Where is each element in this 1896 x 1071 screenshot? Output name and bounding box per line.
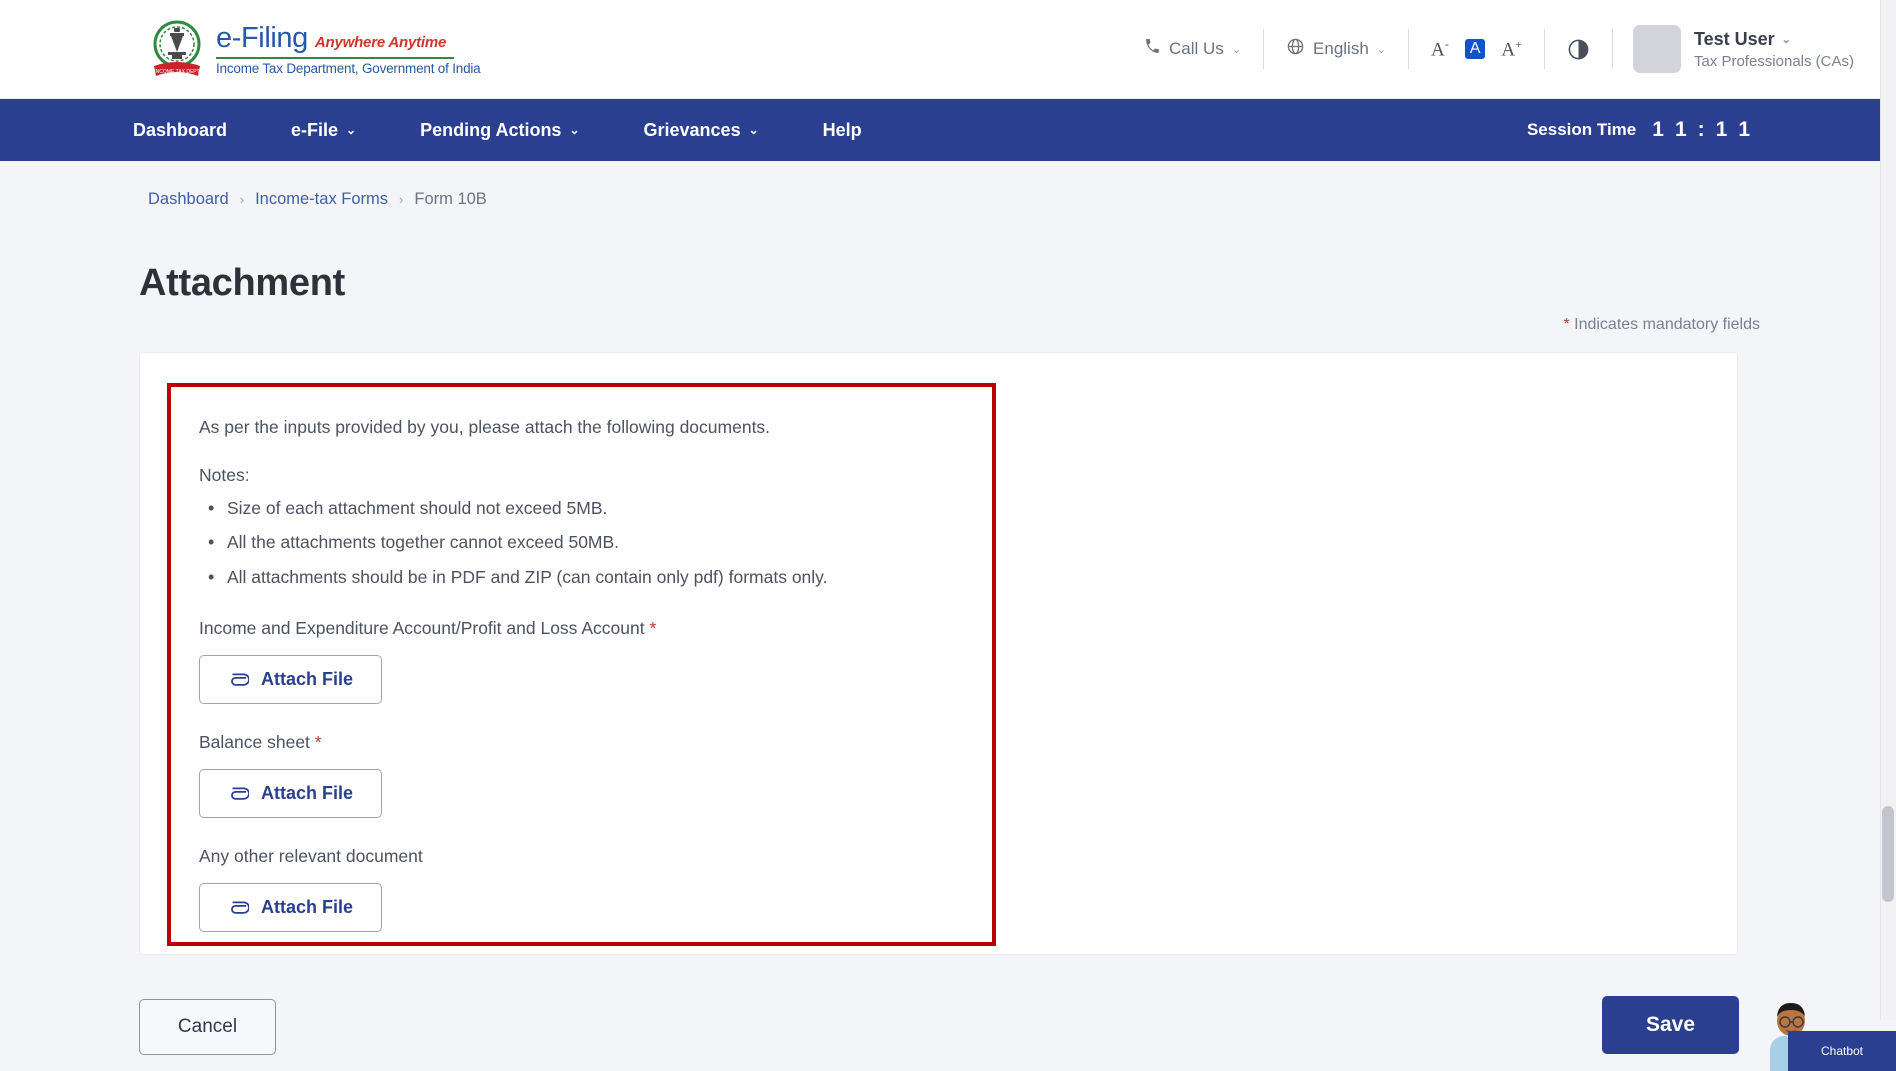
header-utilities: Call Us ⌄ English ⌄ A- A A+ (1122, 0, 1880, 98)
breadcrumb-separator-icon: › (399, 192, 403, 207)
logo-title: e-Filing (216, 22, 308, 55)
india-national-emblem-icon: INCOME TAX DEPT (148, 18, 206, 80)
breadcrumb: Dashboard › Income-tax Forms › Form 10B (148, 190, 487, 209)
user-name-text: Test User (1694, 29, 1775, 50)
avatar (1633, 25, 1681, 73)
nav-label: Help (823, 120, 862, 141)
chevron-down-icon: ⌄ (569, 123, 579, 137)
attach-file-button-other-document[interactable]: Attach File (199, 883, 382, 932)
field-label: Income and Expenditure Account/Profit an… (199, 618, 964, 639)
field-label-text: Balance sheet (199, 732, 310, 752)
contrast-toggle-button[interactable] (1545, 38, 1612, 61)
chatbot-label-bar[interactable]: Chatbot (1788, 1031, 1896, 1071)
globe-icon (1286, 37, 1305, 61)
breadcrumb-item-income-tax-forms[interactable]: Income-tax Forms (255, 190, 388, 209)
chevron-down-icon: ⌄ (1782, 33, 1791, 46)
nav-label: Dashboard (133, 120, 227, 141)
font-size-controls: A- A A+ (1409, 38, 1544, 59)
chevron-down-icon: ⌄ (749, 123, 759, 137)
nav-item-grievances[interactable]: Grievances ⌄ (644, 120, 759, 141)
field-label-text: Any other relevant document (199, 846, 423, 866)
mandatory-note-text: Indicates mandatory fields (1570, 316, 1760, 333)
top-header: INCOME TAX DEPT e-Filing Anywhere Anytim… (0, 0, 1880, 99)
call-us-menu[interactable]: Call Us ⌄ (1122, 38, 1263, 60)
attach-file-label: Attach File (261, 783, 353, 804)
session-time-value: 1 1 : 1 1 (1652, 118, 1750, 142)
paperclip-icon (228, 672, 249, 688)
attach-file-label: Attach File (261, 897, 353, 918)
logo-text: e-Filing Anywhere Anytime Income Tax Dep… (216, 22, 481, 76)
chevron-down-icon: ⌄ (346, 123, 356, 137)
paperclip-icon (228, 900, 249, 916)
svg-text:INCOME TAX DEPT: INCOME TAX DEPT (154, 69, 199, 75)
field-label-text: Income and Expenditure Account/Profit an… (199, 618, 645, 638)
session-timer: Session Time 1 1 : 1 1 (1527, 118, 1750, 142)
site-logo[interactable]: INCOME TAX DEPT e-Filing Anywhere Anytim… (148, 18, 481, 80)
paperclip-icon (228, 786, 249, 802)
save-button[interactable]: Save (1602, 996, 1739, 1054)
session-time-label: Session Time (1527, 120, 1636, 140)
chevron-down-icon: ⌄ (1232, 43, 1241, 56)
session-colon: : (1698, 118, 1705, 142)
highlight-region: As per the inputs provided by you, pleas… (167, 383, 996, 946)
notes-list: Size of each attachment should not excee… (205, 496, 964, 590)
nav-item-pending-actions[interactable]: Pending Actions ⌄ (420, 120, 579, 141)
logo-divider (216, 57, 454, 59)
language-label: English (1313, 39, 1369, 59)
scrollbar-thumb[interactable] (1882, 806, 1894, 902)
list-item: All attachments should be in PDF and ZIP… (205, 565, 964, 590)
font-increase-button[interactable]: A+ (1501, 38, 1522, 59)
phone-icon (1144, 38, 1161, 60)
user-role: Tax Professionals (CAs) (1694, 53, 1854, 70)
instruction-text: As per the inputs provided by you, pleas… (199, 417, 964, 438)
session-digit: 1 (1738, 118, 1750, 142)
attachment-field-other-document: Any other relevant document Attach File (199, 846, 964, 932)
chevron-down-icon: ⌄ (1377, 43, 1386, 56)
required-star: * (315, 732, 322, 752)
logo-subtitle: Income Tax Department, Government of Ind… (216, 61, 481, 76)
main-navigation: Dashboard e-File ⌄ Pending Actions ⌄ Gri… (0, 99, 1880, 161)
session-digit: 1 (1652, 118, 1664, 142)
list-item: All the attachments together cannot exce… (205, 530, 964, 555)
notes-heading: Notes: (199, 465, 964, 486)
attach-file-label: Attach File (261, 669, 353, 690)
nav-label: Grievances (644, 120, 741, 141)
user-profile-menu[interactable]: Test User ⌄ Tax Professionals (CAs) (1613, 25, 1862, 73)
required-star: * (649, 618, 656, 638)
contrast-icon (1567, 38, 1590, 61)
language-menu[interactable]: English ⌄ (1264, 37, 1408, 61)
nav-item-dashboard[interactable]: Dashboard (133, 120, 227, 141)
field-label: Balance sheet * (199, 732, 964, 753)
font-decrease-button[interactable]: A- (1431, 38, 1449, 59)
nav-item-e-file[interactable]: e-File ⌄ (291, 120, 356, 141)
list-item: Size of each attachment should not excee… (205, 496, 964, 521)
breadcrumb-item-dashboard[interactable]: Dashboard (148, 190, 229, 209)
logo-tagline: Anywhere Anytime (315, 34, 446, 51)
cancel-button[interactable]: Cancel (139, 999, 276, 1055)
attachment-field-income-expenditure: Income and Expenditure Account/Profit an… (199, 618, 964, 704)
nav-item-help[interactable]: Help (823, 120, 862, 141)
page-scrollbar[interactable] (1880, 0, 1896, 1020)
nav-label: e-File (291, 120, 338, 141)
call-us-label: Call Us (1169, 39, 1224, 59)
page-title: Attachment (139, 262, 345, 305)
user-name: Test User ⌄ (1694, 29, 1854, 50)
chatbot-label: Chatbot (1821, 1044, 1863, 1058)
breadcrumb-separator-icon: › (240, 192, 244, 207)
field-label: Any other relevant document (199, 846, 964, 867)
font-normal-button[interactable]: A (1465, 39, 1486, 59)
session-digit: 1 (1675, 118, 1687, 142)
nav-items: Dashboard e-File ⌄ Pending Actions ⌄ Gri… (133, 120, 926, 141)
session-digit: 1 (1716, 118, 1728, 142)
attachment-field-balance-sheet: Balance sheet * Attach File (199, 732, 964, 818)
attachment-card: As per the inputs provided by you, pleas… (139, 352, 1738, 955)
page-root: INCOME TAX DEPT e-Filing Anywhere Anytim… (0, 0, 1896, 1071)
nav-label: Pending Actions (420, 120, 561, 141)
breadcrumb-item-form-10b: Form 10B (414, 190, 486, 209)
attach-file-button-balance-sheet[interactable]: Attach File (199, 769, 382, 818)
chatbot-widget[interactable]: Chatbot (1760, 1027, 1896, 1071)
attach-file-button-income-expenditure[interactable]: Attach File (199, 655, 382, 704)
mandatory-fields-note: * Indicates mandatory fields (1563, 316, 1760, 334)
